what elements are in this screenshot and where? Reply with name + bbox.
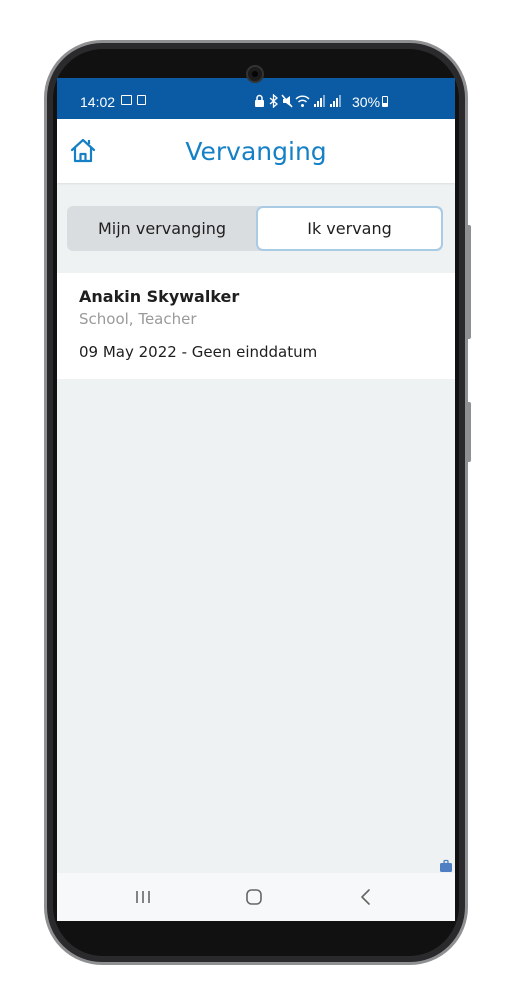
gallery-icon: [121, 95, 132, 105]
wifi-icon: [295, 95, 310, 107]
back-button[interactable]: [336, 873, 396, 921]
lock-icon: [255, 94, 264, 107]
person-name: Anakin Skywalker: [79, 287, 240, 306]
tab-mijn-vervanging[interactable]: Mijn vervanging: [67, 206, 257, 251]
recent-apps-button[interactable]: [113, 873, 173, 921]
status-bar: 14:02 30%: [57, 78, 455, 119]
status-time: 14:02: [80, 94, 116, 110]
status-right-icons: [255, 94, 341, 108]
phone-screen: 14:02 30% Vervanging Mijn vervanging Ik …: [57, 78, 455, 921]
signal-icon: [314, 95, 325, 107]
briefcase-icon: [440, 859, 452, 872]
system-nav-bar: [57, 873, 455, 921]
system-home-button[interactable]: [224, 873, 284, 921]
page-title: Vervanging: [185, 137, 327, 166]
signal-icon-2: [330, 95, 341, 107]
back-icon: [361, 889, 370, 905]
battery-icon: [382, 96, 388, 107]
segmented-control: Mijn vervanging Ik vervang: [67, 206, 443, 251]
home-circle-icon: [246, 889, 262, 905]
list-item[interactable]: Anakin Skywalker School, Teacher 09 May …: [57, 273, 455, 379]
tab-ik-vervang[interactable]: Ik vervang: [256, 206, 443, 251]
power-button: [466, 402, 471, 462]
mute-icon: [281, 94, 293, 108]
volume-button: [466, 225, 471, 339]
person-role: School, Teacher: [79, 310, 197, 328]
front-camera: [246, 65, 264, 83]
recent-apps-icon: [136, 891, 150, 903]
status-left-icons: [121, 95, 146, 105]
sim-icon: [137, 95, 146, 105]
battery-percentage: 30%: [352, 94, 381, 110]
replacement-period: 09 May 2022 - Geen einddatum: [79, 343, 318, 361]
bluetooth-icon: [269, 94, 278, 108]
app-header: Vervanging: [57, 119, 455, 183]
